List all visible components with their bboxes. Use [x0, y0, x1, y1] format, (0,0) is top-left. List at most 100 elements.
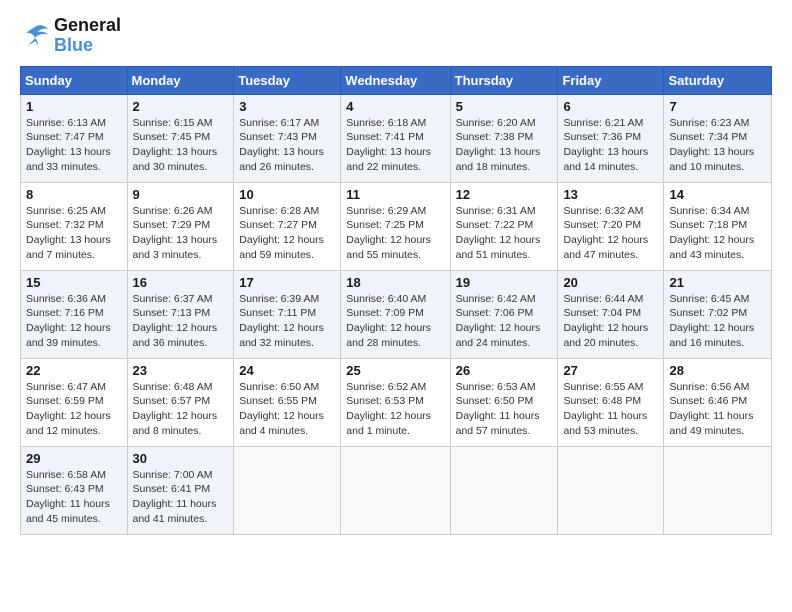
day-number: 8	[26, 187, 122, 202]
logo-text: General Blue	[54, 16, 121, 56]
day-number: 16	[133, 275, 229, 290]
day-info: Sunrise: 6:58 AMSunset: 6:43 PMDaylight:…	[26, 468, 122, 527]
calendar-cell: 9 Sunrise: 6:26 AMSunset: 7:29 PMDaylight…	[127, 182, 234, 270]
day-number: 10	[239, 187, 335, 202]
day-info: Sunrise: 7:00 AMSunset: 6:41 PMDaylight:…	[133, 468, 229, 527]
calendar-cell: 16 Sunrise: 6:37 AMSunset: 7:13 PMDayligh…	[127, 270, 234, 358]
calendar-header-monday: Monday	[127, 66, 234, 94]
day-info: Sunrise: 6:34 AMSunset: 7:18 PMDaylight:…	[669, 204, 766, 263]
day-info: Sunrise: 6:25 AMSunset: 7:32 PMDaylight:…	[26, 204, 122, 263]
calendar-cell: 6 Sunrise: 6:21 AMSunset: 7:36 PMDaylight…	[558, 94, 664, 182]
calendar-cell: 5 Sunrise: 6:20 AMSunset: 7:38 PMDaylight…	[450, 94, 558, 182]
calendar-cell: 23 Sunrise: 6:48 AMSunset: 6:57 PMDayligh…	[127, 358, 234, 446]
calendar-cell	[664, 446, 772, 534]
day-info: Sunrise: 6:50 AMSunset: 6:55 PMDaylight:…	[239, 380, 335, 439]
calendar-cell: 13 Sunrise: 6:32 AMSunset: 7:20 PMDayligh…	[558, 182, 664, 270]
calendar-header-friday: Friday	[558, 66, 664, 94]
calendar-cell: 15 Sunrise: 6:36 AMSunset: 7:16 PMDayligh…	[21, 270, 128, 358]
day-number: 18	[346, 275, 444, 290]
day-info: Sunrise: 6:29 AMSunset: 7:25 PMDaylight:…	[346, 204, 444, 263]
calendar-header-row: SundayMondayTuesdayWednesdayThursdayFrid…	[21, 66, 772, 94]
calendar-cell: 27 Sunrise: 6:55 AMSunset: 6:48 PMDayligh…	[558, 358, 664, 446]
day-info: Sunrise: 6:56 AMSunset: 6:46 PMDaylight:…	[669, 380, 766, 439]
day-number: 11	[346, 187, 444, 202]
calendar-cell: 25 Sunrise: 6:52 AMSunset: 6:53 PMDayligh…	[341, 358, 450, 446]
day-number: 28	[669, 363, 766, 378]
logo: General Blue	[20, 16, 121, 56]
calendar-cell: 17 Sunrise: 6:39 AMSunset: 7:11 PMDayligh…	[234, 270, 341, 358]
day-number: 27	[563, 363, 658, 378]
page-container: General Blue SundayMondayTuesdayWednesda…	[0, 0, 792, 545]
calendar-cell	[558, 446, 664, 534]
day-number: 21	[669, 275, 766, 290]
day-number: 5	[456, 99, 553, 114]
calendar-header-tuesday: Tuesday	[234, 66, 341, 94]
day-info: Sunrise: 6:31 AMSunset: 7:22 PMDaylight:…	[456, 204, 553, 263]
day-number: 17	[239, 275, 335, 290]
calendar-cell: 19 Sunrise: 6:42 AMSunset: 7:06 PMDayligh…	[450, 270, 558, 358]
day-info: Sunrise: 6:52 AMSunset: 6:53 PMDaylight:…	[346, 380, 444, 439]
calendar-cell: 21 Sunrise: 6:45 AMSunset: 7:02 PMDayligh…	[664, 270, 772, 358]
day-info: Sunrise: 6:17 AMSunset: 7:43 PMDaylight:…	[239, 116, 335, 175]
day-number: 14	[669, 187, 766, 202]
calendar-cell: 1Sunrise: 6:13 AMSunset: 7:47 PMDaylight…	[21, 94, 128, 182]
calendar-header-thursday: Thursday	[450, 66, 558, 94]
calendar-cell: 29 Sunrise: 6:58 AMSunset: 6:43 PMDayligh…	[21, 446, 128, 534]
calendar-cell: 24 Sunrise: 6:50 AMSunset: 6:55 PMDayligh…	[234, 358, 341, 446]
day-info: Sunrise: 6:21 AMSunset: 7:36 PMDaylight:…	[563, 116, 658, 175]
day-info: Sunrise: 6:18 AMSunset: 7:41 PMDaylight:…	[346, 116, 444, 175]
calendar-cell: 18 Sunrise: 6:40 AMSunset: 7:09 PMDayligh…	[341, 270, 450, 358]
calendar-header-saturday: Saturday	[664, 66, 772, 94]
calendar-cell: 28 Sunrise: 6:56 AMSunset: 6:46 PMDayligh…	[664, 358, 772, 446]
day-info: Sunrise: 6:15 AMSunset: 7:45 PMDaylight:…	[133, 116, 229, 175]
calendar-cell: 10Sunrise: 6:28 AMSunset: 7:27 PMDayligh…	[234, 182, 341, 270]
day-info: Sunrise: 6:13 AMSunset: 7:47 PMDaylight:…	[26, 116, 122, 175]
day-info: Sunrise: 6:48 AMSunset: 6:57 PMDaylight:…	[133, 380, 229, 439]
header: General Blue	[20, 16, 772, 56]
logo-icon	[20, 23, 50, 49]
day-number: 24	[239, 363, 335, 378]
day-info: Sunrise: 6:23 AMSunset: 7:34 PMDaylight:…	[669, 116, 766, 175]
day-number: 25	[346, 363, 444, 378]
day-number: 29	[26, 451, 122, 466]
day-info: Sunrise: 6:53 AMSunset: 6:50 PMDaylight:…	[456, 380, 553, 439]
day-info: Sunrise: 6:39 AMSunset: 7:11 PMDaylight:…	[239, 292, 335, 351]
day-info: Sunrise: 6:42 AMSunset: 7:06 PMDaylight:…	[456, 292, 553, 351]
day-info: Sunrise: 6:45 AMSunset: 7:02 PMDaylight:…	[669, 292, 766, 351]
calendar-cell: 2Sunrise: 6:15 AMSunset: 7:45 PMDaylight…	[127, 94, 234, 182]
day-number: 22	[26, 363, 122, 378]
day-number: 9	[133, 187, 229, 202]
day-number: 19	[456, 275, 553, 290]
day-number: 20	[563, 275, 658, 290]
day-number: 3	[239, 99, 335, 114]
day-info: Sunrise: 6:32 AMSunset: 7:20 PMDaylight:…	[563, 204, 658, 263]
calendar-header-wednesday: Wednesday	[341, 66, 450, 94]
calendar-cell: 30 Sunrise: 7:00 AMSunset: 6:41 PMDayligh…	[127, 446, 234, 534]
calendar-cell	[341, 446, 450, 534]
calendar-cell: 12 Sunrise: 6:31 AMSunset: 7:22 PMDayligh…	[450, 182, 558, 270]
calendar-header-sunday: Sunday	[21, 66, 128, 94]
calendar-cell: 3 Sunrise: 6:17 AMSunset: 7:43 PMDaylight…	[234, 94, 341, 182]
calendar-cell: 22 Sunrise: 6:47 AMSunset: 6:59 PMDayligh…	[21, 358, 128, 446]
calendar-table: SundayMondayTuesdayWednesdayThursdayFrid…	[20, 66, 772, 535]
day-number: 30	[133, 451, 229, 466]
day-info: Sunrise: 6:40 AMSunset: 7:09 PMDaylight:…	[346, 292, 444, 351]
day-number: 23	[133, 363, 229, 378]
day-number: 15	[26, 275, 122, 290]
day-info: Sunrise: 6:44 AMSunset: 7:04 PMDaylight:…	[563, 292, 658, 351]
calendar-cell: 8 Sunrise: 6:25 AMSunset: 7:32 PMDaylight…	[21, 182, 128, 270]
calendar-cell	[234, 446, 341, 534]
day-info: Sunrise: 6:26 AMSunset: 7:29 PMDaylight:…	[133, 204, 229, 263]
day-info: Sunrise: 6:55 AMSunset: 6:48 PMDaylight:…	[563, 380, 658, 439]
day-number: 12	[456, 187, 553, 202]
day-info: Sunrise: 6:36 AMSunset: 7:16 PMDaylight:…	[26, 292, 122, 351]
day-info: Sunrise: 6:47 AMSunset: 6:59 PMDaylight:…	[26, 380, 122, 439]
calendar-cell: 26Sunrise: 6:53 AMSunset: 6:50 PMDayligh…	[450, 358, 558, 446]
day-info: Sunrise: 6:37 AMSunset: 7:13 PMDaylight:…	[133, 292, 229, 351]
calendar-cell: 20 Sunrise: 6:44 AMSunset: 7:04 PMDayligh…	[558, 270, 664, 358]
day-info: Sunrise: 6:20 AMSunset: 7:38 PMDaylight:…	[456, 116, 553, 175]
day-number: 13	[563, 187, 658, 202]
day-number: 4	[346, 99, 444, 114]
day-number: 6	[563, 99, 658, 114]
calendar-cell: 14 Sunrise: 6:34 AMSunset: 7:18 PMDayligh…	[664, 182, 772, 270]
